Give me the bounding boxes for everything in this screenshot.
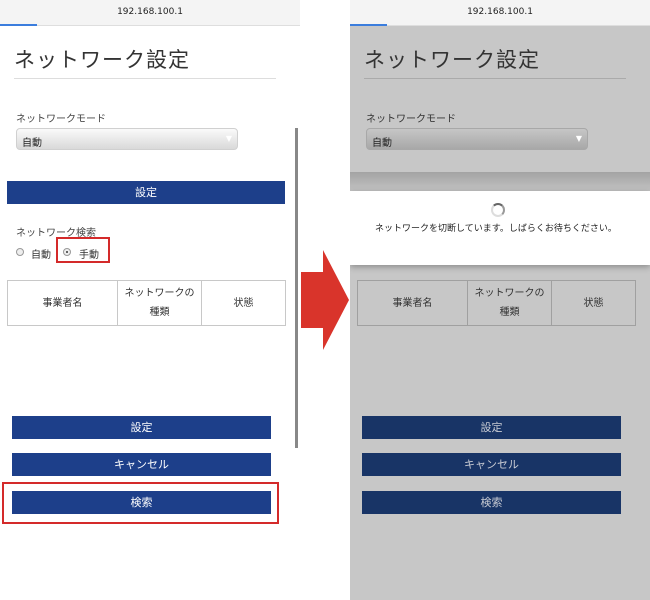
chevron-down-icon: ▼ [575,134,583,143]
scrollbar[interactable] [295,128,298,448]
url-text: 192.168.100.1 [467,7,533,17]
cancel-button[interactable]: キャンセル [362,453,621,476]
progress-dialog: ネットワークを切断しています。しばらくお待ちください。 [350,191,650,265]
loading-spinner-icon [491,203,505,217]
network-mode-select[interactable]: 自動 ▼ [16,128,238,150]
load-progress-bar [350,24,387,26]
column-network-type: ネットワークの種類 [467,280,552,326]
network-mode-value: 自動 [372,138,392,149]
network-table: 事業者名 ネットワークの種類 状態 [357,280,636,326]
dialog-message: ネットワークを切断しています。しばらくお待ちください。 [375,224,617,234]
screen-before: 192.168.100.1 ネットワーク設定 ネットワークモード 自動 ▼ 設定… [0,0,300,600]
set-button[interactable]: 設定 [12,416,271,439]
radio-auto[interactable] [16,248,24,256]
page-title: ネットワーク設定 [364,48,540,72]
network-mode-label: ネットワークモード [16,114,106,125]
column-status: 状態 [551,280,636,326]
load-progress-bar [0,24,37,26]
network-mode-select[interactable]: 自動 ▼ [366,128,588,150]
page-title: ネットワーク設定 [14,48,190,72]
radio-auto-label: 自動 [31,250,51,261]
browser-url-bar[interactable]: 192.168.100.1 [350,0,650,26]
column-network-type: ネットワークの種類 [117,280,202,326]
manual-highlight-box [56,237,110,263]
set-mode-button[interactable]: 設定 [7,181,285,204]
column-carrier: 事業者名 [357,280,468,326]
set-button[interactable]: 設定 [362,416,621,439]
screen-after: 192.168.100.1 ネットワーク設定 ネットワークモード 自動 ▼ 事業… [350,0,650,600]
title-divider [364,78,626,79]
browser-url-bar[interactable]: 192.168.100.1 [0,0,300,26]
search-highlight-box [2,482,279,524]
column-carrier: 事業者名 [7,280,118,326]
network-mode-label: ネットワークモード [366,114,456,125]
url-text: 192.168.100.1 [117,7,183,17]
network-mode-value: 自動 [22,138,42,149]
cancel-button[interactable]: キャンセル [12,453,271,476]
title-divider [14,78,276,79]
arrow-right-icon [301,250,349,350]
column-status: 状態 [201,280,286,326]
chevron-down-icon: ▼ [225,134,233,143]
search-button[interactable]: 検索 [362,491,621,514]
network-table: 事業者名 ネットワークの種類 状態 [7,280,286,326]
